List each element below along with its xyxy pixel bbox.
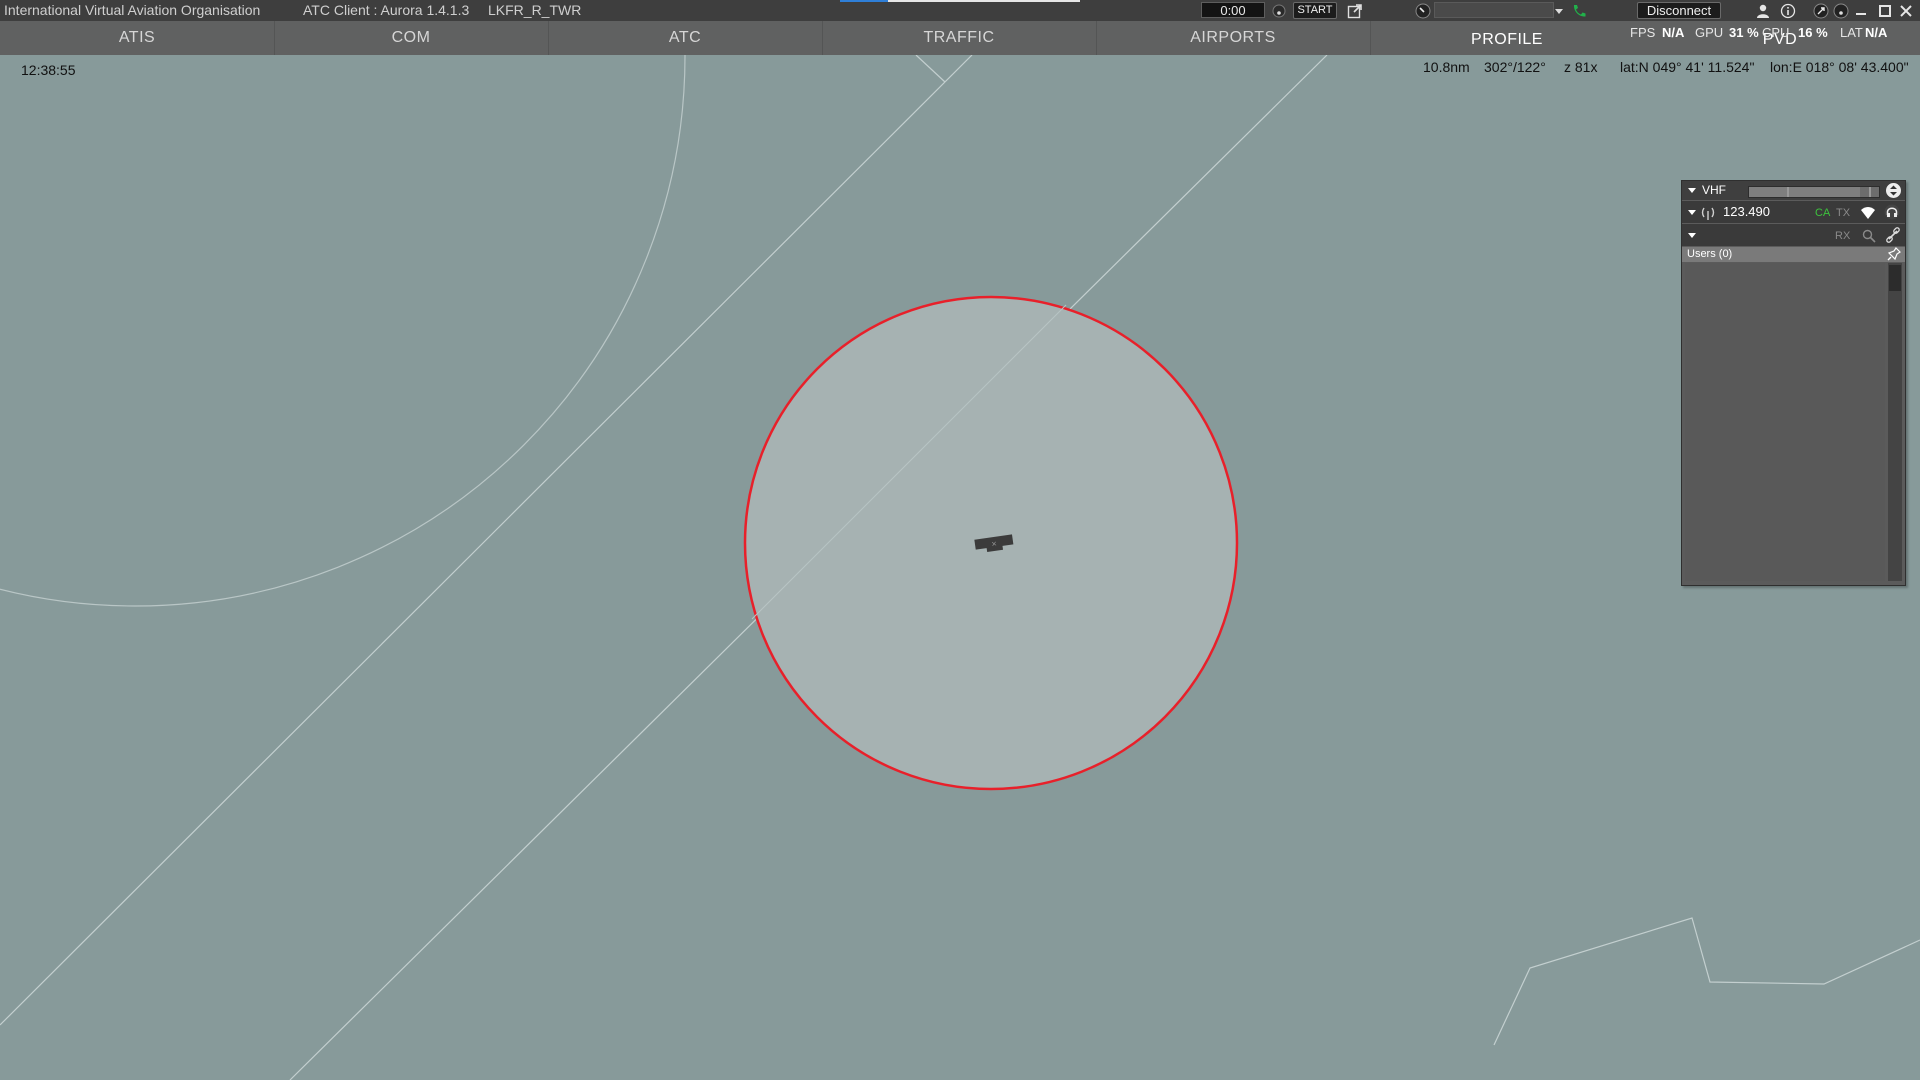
volume-tick <box>1787 187 1789 197</box>
position-callsign: LKFR_R_TWR <box>488 2 582 18</box>
timer-dot-icon[interactable] <box>1270 2 1287 19</box>
bearing-readout: 302°/122° <box>1484 59 1546 75</box>
volume-slider[interactable] <box>1748 186 1880 198</box>
menu-com[interactable]: COM <box>274 21 549 55</box>
radar-map[interactable]: × <box>0 55 1920 1080</box>
close-icon[interactable] <box>1897 2 1914 19</box>
menu-profile[interactable]: PROFILE <box>1370 23 1644 57</box>
station-dropdown[interactable] <box>1434 2 1554 18</box>
frequency-row[interactable]: 123.490 CA TX <box>1682 201 1905 223</box>
minimize-icon[interactable] <box>1852 2 1869 19</box>
org-name: International Virtual Aviation Organisat… <box>4 2 261 18</box>
start-button[interactable]: START <box>1293 2 1337 19</box>
fps-value-text: N/A <box>1662 25 1685 40</box>
atc-client-window: × International Virtual Aviation Organis… <box>0 0 1920 1080</box>
range-readout: 10.8nm <box>1423 59 1470 75</box>
title-bar: International Virtual Aviation Organisat… <box>0 0 1920 21</box>
info-icon[interactable] <box>1779 2 1796 19</box>
lat-value: N/A <box>1865 25 1887 40</box>
cpu-label: CPU <box>1762 25 1790 40</box>
sector-polygon <box>1493 917 1920 1046</box>
longitude-readout: lon:E 018° 08' 43.400" <box>1770 59 1909 75</box>
volume-tick-end <box>1869 187 1871 197</box>
frequency-value: 123.490 <box>1723 204 1770 219</box>
settings-dot-icon[interactable] <box>1832 2 1849 19</box>
users-count: Users (0) <box>1687 248 1733 260</box>
gauge-icon[interactable] <box>1414 2 1431 19</box>
disconnect-button[interactable]: Disconnect <box>1637 2 1721 19</box>
menu-airports[interactable]: AIRPORTS <box>1096 21 1371 55</box>
users-scrollbar[interactable] <box>1888 263 1902 581</box>
vhf-title: VHF <box>1702 183 1726 197</box>
cpu-value-text: 16 % <box>1798 25 1828 40</box>
tx-indicator[interactable]: TX <box>1836 202 1850 224</box>
fps-value: N/A <box>1662 25 1684 40</box>
vhf-header[interactable]: VHF <box>1682 181 1905 200</box>
timer-display: 0:00 <box>1201 2 1265 18</box>
maximize-icon[interactable] <box>1876 2 1893 19</box>
lat-label: LAT <box>1840 25 1863 40</box>
loading-bar-fill <box>840 0 888 2</box>
chevron-down-icon[interactable] <box>1550 2 1567 19</box>
menu-atis[interactable]: ATIS <box>0 21 275 55</box>
menu-atc[interactable]: ATC <box>548 21 823 55</box>
arrows-icon[interactable] <box>1812 2 1829 19</box>
rx-indicator[interactable]: RX <box>1835 225 1850 247</box>
client-version: ATC Client : Aurora 1.4.1.3 <box>303 2 470 18</box>
gpu-value: 31 % <box>1729 25 1759 40</box>
volume-slider-fill <box>1749 187 1860 197</box>
users-scrollbar-thumb[interactable] <box>1889 265 1901 291</box>
ca-indicator[interactable]: CA <box>1815 202 1830 224</box>
zoom-readout: z 81x <box>1564 59 1598 75</box>
vhf-panel: VHF 123.490 CA TX RX Users (0) <box>1681 180 1906 586</box>
menu-traffic[interactable]: TRAFFIC <box>822 21 1097 55</box>
users-header[interactable]: Users (0) <box>1682 247 1905 262</box>
airspace-arc <box>0 55 686 607</box>
svg-text:×: × <box>991 540 998 549</box>
loading-bar <box>840 0 1080 2</box>
utc-clock: 12:38:55 <box>21 62 76 78</box>
gpu-value-text: 31 % <box>1729 25 1759 40</box>
phone-icon[interactable] <box>1570 2 1587 19</box>
latitude-readout: lat:N 049° 41' 11.524" <box>1620 59 1755 75</box>
fps-label: FPS <box>1630 25 1656 40</box>
cpu-value: 16 % <box>1798 25 1828 40</box>
gpu-label: GPU <box>1695 25 1724 40</box>
users-list[interactable] <box>1685 263 1885 581</box>
rx-row[interactable]: RX <box>1682 224 1905 246</box>
boundary-tick <box>915 55 946 83</box>
user-icon[interactable] <box>1754 2 1771 19</box>
lat-value-text: N/A <box>1865 25 1888 40</box>
popout-icon[interactable] <box>1346 2 1363 19</box>
